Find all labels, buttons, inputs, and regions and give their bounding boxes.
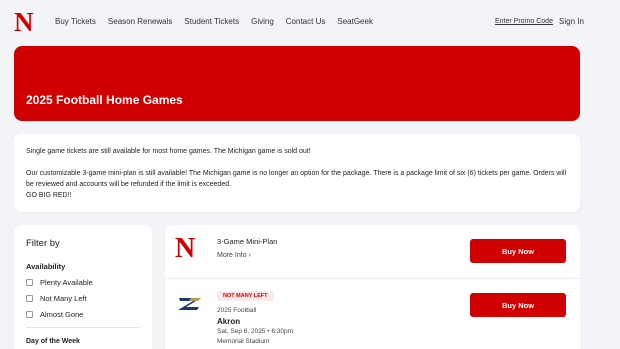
- more-info-label: More Info: [217, 252, 247, 259]
- nav-giving[interactable]: Giving: [251, 17, 274, 26]
- availability-heading: Availability: [26, 262, 66, 271]
- checkbox[interactable]: [26, 311, 33, 318]
- event-category: 2025 Football: [217, 307, 257, 314]
- availability-badge: NOT MANY LEFT: [217, 291, 274, 301]
- nav-contact-us[interactable]: Contact Us: [286, 17, 326, 26]
- divider: [26, 327, 140, 328]
- buy-now-button[interactable]: Buy Now: [470, 293, 566, 317]
- day-of-week-heading: Day of the Week: [26, 338, 80, 345]
- option-label: Plenty Available: [40, 278, 93, 287]
- page-title: 2025 Football Home Games: [26, 93, 183, 107]
- nav-seatgeek[interactable]: SeatGeek: [337, 17, 373, 26]
- event-date: Sat, Sep 6, 2025 • 6:30pm: [217, 328, 293, 335]
- filter-option-plenty[interactable]: Plenty Available: [26, 278, 140, 287]
- info-line-3: GO BIG RED!!: [26, 192, 72, 199]
- nav-buy-tickets[interactable]: Buy Tickets: [55, 17, 96, 26]
- more-info-link[interactable]: More Info ›: [217, 252, 251, 259]
- option-label: Not Many Left: [40, 294, 87, 303]
- event-opponent: Akron: [217, 317, 241, 326]
- sign-in-link[interactable]: Sign In: [559, 17, 584, 26]
- event-title: 3-Game Mini-Plan: [217, 237, 278, 246]
- checkbox[interactable]: [26, 295, 33, 302]
- event-venue: Memorial Stadium: [217, 338, 270, 345]
- hero-banner: 2025 Football Home Games: [14, 46, 580, 121]
- enter-promo-code-link[interactable]: Enter Promo Code: [495, 18, 553, 25]
- checkbox[interactable]: [26, 279, 33, 286]
- filter-option-almost-gone[interactable]: Almost Gone: [26, 310, 140, 319]
- chevron-right-icon: ›: [248, 252, 251, 259]
- filter-panel: Filter by Availability Plenty Available …: [14, 225, 152, 349]
- event-row-mini-plan: N 3-Game Mini-Plan More Info › Buy Now: [165, 225, 580, 279]
- info-line-1: Single game tickets are still available …: [26, 148, 311, 155]
- nebraska-n-icon: N: [175, 233, 196, 264]
- nav-student-tickets[interactable]: Student Tickets: [184, 17, 239, 26]
- main-nav: Buy Tickets Season Renewals Student Tick…: [55, 17, 373, 26]
- buy-now-button[interactable]: Buy Now: [470, 239, 566, 263]
- top-navigation: N Buy Tickets Season Renewals Student Ti…: [0, 0, 620, 44]
- option-label: Almost Gone: [40, 310, 84, 319]
- nebraska-logo[interactable]: N: [14, 9, 33, 36]
- nav-season-renewals[interactable]: Season Renewals: [108, 17, 172, 26]
- info-card: Single game tickets are still available …: [14, 134, 580, 212]
- akron-zips-logo-icon: [178, 298, 201, 310]
- filter-title: Filter by: [26, 238, 60, 249]
- info-line-2: Our customizable 3-game mini-plan is sti…: [26, 170, 567, 188]
- filter-option-not-many[interactable]: Not Many Left: [26, 294, 140, 303]
- events-list: N 3-Game Mini-Plan More Info › Buy Now N…: [165, 225, 580, 349]
